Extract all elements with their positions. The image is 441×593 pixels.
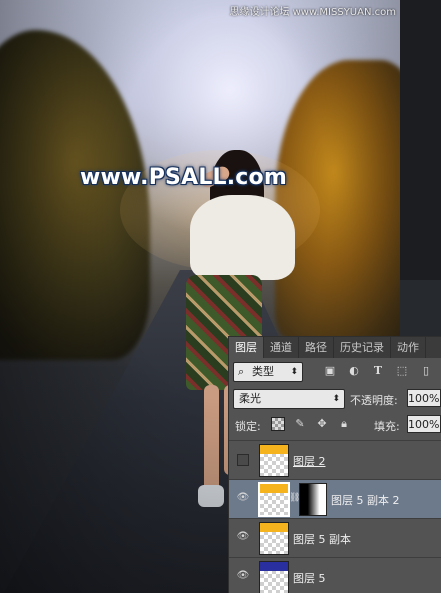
tab-history[interactable]: 历史记录 (334, 337, 391, 358)
photoshop-screenshot: www.PSALL.com 思缘设计论坛 www.MISSYUAN.com 图层… (0, 0, 441, 593)
layer-thumbnail (259, 522, 289, 555)
tab-layers[interactable]: 图层 (229, 337, 264, 358)
layer-thumbnail (259, 561, 289, 593)
panel-tabs: 图层 通道 路径 历史记录 动作 (229, 337, 441, 358)
chain-link-icon[interactable]: ⛓︎ (289, 493, 300, 503)
opacity-field[interactable]: 100% (407, 389, 441, 407)
fill-label: 填充: (374, 420, 400, 433)
thumb-color-band (260, 445, 288, 454)
layer-filter-select[interactable]: ⌕ 类型 ⬍ (233, 362, 303, 382)
thumb-color-band (260, 562, 288, 571)
lock-move-icon[interactable]: ✥ (315, 417, 329, 431)
layer-thumbnail (258, 482, 290, 517)
shape-filter-icon[interactable]: ⬚ (395, 364, 409, 378)
layers-list: 图层 2 👁︎ ⛓︎ 图层 5 副本 2 👁︎ 图层 5 副本 👁︎ 图层 5 (229, 440, 441, 593)
strip-top (400, 0, 441, 280)
opacity-label: 不透明度: (350, 394, 398, 407)
layer-row-layer5-copy[interactable]: 👁︎ 图层 5 副本 (229, 518, 441, 557)
thumb-color-band (260, 523, 288, 532)
layer-mask-thumbnail[interactable] (299, 483, 327, 516)
blend-row: 柔光 ⬍ 不透明度: 100% (229, 387, 441, 411)
tab-channels[interactable]: 通道 (264, 337, 299, 358)
image-filter-icon[interactable]: ▣ (323, 364, 337, 378)
filter-label: 类型 (252, 365, 274, 378)
layers-panel: 图层 通道 路径 历史记录 动作 ⌕ 类型 ⬍ ▣ ◐ T ⬚ ▯ 柔光 ⬍ 不… (228, 336, 441, 593)
blend-mode-select[interactable]: 柔光 ⬍ (233, 389, 345, 409)
smart-object-filter-icon[interactable]: ▯ (419, 364, 433, 378)
updown-icon: ⬍ (290, 367, 298, 377)
fill-field[interactable]: 100% (407, 415, 441, 433)
tab-paths[interactable]: 路径 (299, 337, 334, 358)
filter-row: ⌕ 类型 ⬍ ▣ ◐ T ⬚ ▯ (229, 359, 441, 385)
tab-actions[interactable]: 动作 (391, 337, 426, 358)
thumb-color-band (260, 484, 288, 493)
site-watermark: www.PSALL.com (80, 165, 287, 190)
layer-name: 图层 5 副本 (293, 533, 351, 546)
lock-brush-icon[interactable]: ✎ (293, 417, 307, 431)
layer-row-layer5[interactable]: 👁︎ 图层 5 (229, 557, 441, 593)
lock-all-icon[interactable]: 🔒︎ (337, 417, 351, 431)
eye-icon[interactable]: 👁︎ (236, 531, 250, 543)
blend-mode-value: 柔光 (239, 392, 261, 405)
top-watermark: 思缘设计论坛 www.MISSYUAN.com (229, 7, 396, 18)
layer-row-layer5-copy2[interactable]: 👁︎ ⛓︎ 图层 5 副本 2 (229, 479, 441, 518)
layer-thumbnail (259, 444, 289, 477)
eye-icon[interactable]: 👁︎ (236, 492, 250, 504)
lock-row: 锁定: ✎ ✥ 🔒︎ 填充: 100% (229, 414, 441, 436)
layer-name: 图层 5 副本 2 (331, 494, 400, 507)
type-filter-icon[interactable]: T (371, 364, 385, 378)
layer-row-layer2[interactable]: 图层 2 (229, 440, 441, 479)
layer-name: 图层 2 (293, 455, 326, 468)
lock-label: 锁定: (235, 420, 261, 433)
adjustment-filter-icon[interactable]: ◐ (347, 364, 361, 378)
search-icon: ⌕ (238, 365, 245, 378)
visibility-toggle-off[interactable] (237, 454, 249, 466)
eye-icon[interactable]: 👁︎ (236, 570, 250, 582)
layer-name: 图层 5 (293, 572, 326, 585)
updown-icon: ⬍ (332, 394, 340, 404)
lock-transparency-icon[interactable] (271, 417, 285, 431)
